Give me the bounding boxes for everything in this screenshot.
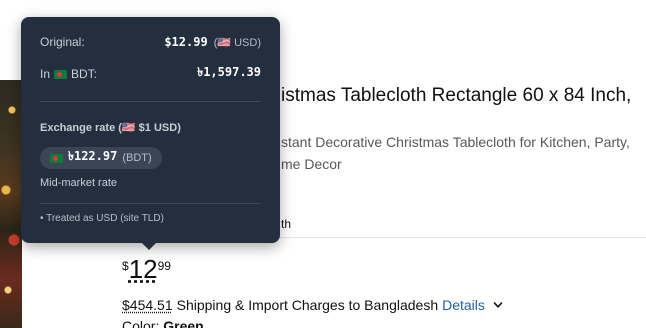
converted-value: ৳1,597.39	[197, 65, 261, 79]
color-row: Color: Green	[122, 318, 204, 328]
product-title: istmas Tablecloth Rectangle 60 x 84 Inch…	[281, 85, 632, 106]
price-whole: 12	[128, 254, 158, 284]
price-symbol: $	[122, 259, 129, 273]
rate-currency: (BDT)	[122, 152, 152, 164]
bd-flag-icon	[50, 153, 63, 163]
product-subtitle-line-1: stant Decorative Christmas Tablecloth fo…	[281, 134, 630, 150]
in-label-suffix: BDT:	[71, 67, 98, 81]
rate-value: ৳122.97	[68, 149, 118, 163]
product-subtitle: stant Decorative Christmas Tablecloth fo…	[281, 131, 641, 175]
bd-flag-icon	[54, 69, 68, 79]
tab-fragment[interactable]: th	[281, 217, 291, 231]
tooltip-arrow	[142, 243, 156, 250]
shipping-amount[interactable]: $454.51	[122, 297, 173, 313]
shipping-row: $454.51 Shipping & Import Charges to Ban…	[122, 297, 503, 313]
in-label-prefix: In	[40, 67, 51, 81]
exchange-rate-label: Exchange rate (🇺🇸 $1 USD)	[40, 122, 181, 134]
chevron-down-icon[interactable]	[493, 300, 503, 310]
product-subtitle-line-2: me Decor	[281, 156, 342, 172]
product-image[interactable]	[0, 80, 22, 328]
price-fraction: 99	[157, 259, 171, 273]
price[interactable]: $ 12 99	[122, 254, 171, 284]
original-row: Original: $12.99 (🇺🇸 USD)	[40, 35, 261, 49]
tooltip-divider	[40, 101, 261, 102]
shipping-text: Shipping & Import Charges to Bangladesh	[176, 297, 439, 313]
original-value: $12.99	[164, 35, 208, 49]
currency-tooltip: Original: $12.99 (🇺🇸 USD) In BDT: ৳1,597…	[21, 17, 280, 250]
color-value: Green	[163, 318, 204, 328]
details-link[interactable]: Details	[442, 297, 485, 313]
rate-pill: ৳122.97 (BDT)	[40, 147, 162, 169]
mid-market-note: Mid-market rate	[40, 177, 118, 189]
tld-footnote: • Treated as USD (site TLD)	[40, 213, 164, 224]
color-label: Color:	[122, 318, 160, 328]
converted-row: In BDT: ৳1,597.39	[40, 64, 261, 84]
tooltip-divider	[40, 203, 261, 204]
original-currency: (🇺🇸 USD)	[213, 36, 261, 49]
original-label: Original:	[40, 35, 85, 49]
